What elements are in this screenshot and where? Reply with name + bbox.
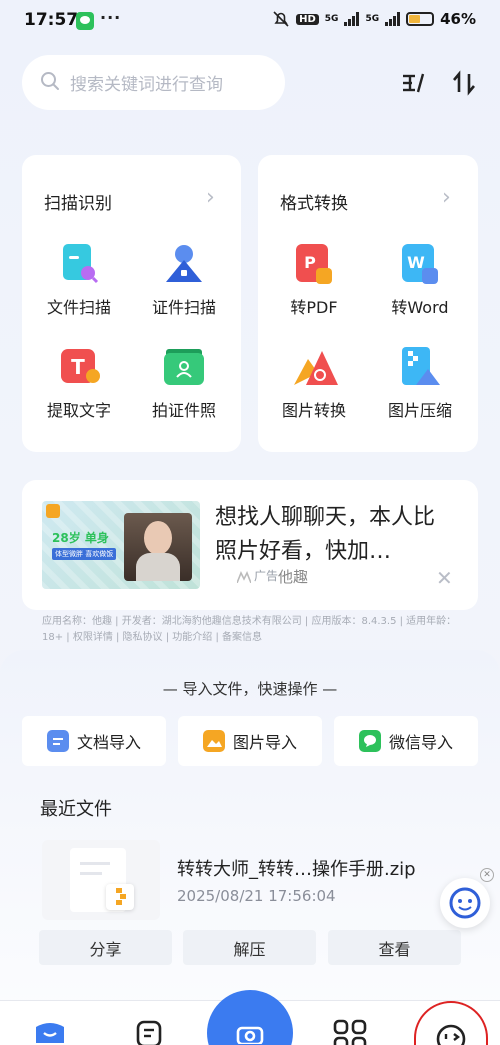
bell-off-icon: [272, 10, 290, 28]
signal-icon-2: [385, 12, 401, 26]
image-icon: [202, 730, 225, 752]
wechat-icon: [76, 12, 94, 30]
close-float-icon[interactable]: ✕: [480, 868, 494, 882]
ad-banner[interactable]: 28岁 单身 体型微胖 喜欢做饭 想找人聊聊天，本人比照片好看，快加… 广告 他…: [22, 480, 478, 610]
more-notifications-icon: ···: [100, 8, 122, 27]
chevron-right-icon[interactable]: ›: [206, 185, 215, 210]
sort-icon[interactable]: [399, 69, 427, 97]
tool-label: 图片压缩: [387, 401, 452, 420]
tool-label: 转Word: [391, 298, 449, 317]
recent-files-title: 最近文件: [40, 799, 112, 820]
unzip-button[interactable]: 解压: [183, 930, 316, 965]
file-scan-icon: [57, 242, 101, 286]
camera-icon: [236, 1024, 264, 1045]
tool-image-compress[interactable]: 图片压缩: [370, 345, 470, 421]
wechat-icon: [358, 730, 381, 752]
tool-image-convert[interactable]: 图片转换: [264, 345, 364, 421]
ad-logo-icon: [236, 568, 252, 584]
id-photo-icon: [162, 345, 206, 389]
pdf-icon: P: [292, 242, 336, 286]
document-icon: [46, 730, 69, 752]
tool-label: 文件扫描: [46, 298, 111, 317]
file-thumbnail[interactable]: [42, 840, 160, 920]
ad-portrait: [124, 513, 192, 581]
ad-tags-text: 体型微胖 喜欢做饭: [52, 548, 117, 560]
image-convert-icon: [292, 345, 338, 389]
tool-label: 证件扫描: [151, 298, 216, 317]
tool-label: 拍证件照: [151, 401, 216, 420]
import-label: 图片导入: [232, 733, 297, 752]
search-bar[interactable]: 搜索关键词进行查询: [22, 55, 285, 110]
scan-card: 扫描识别 › 文件扫描 证件扫描 T 提取文字 拍证件照: [22, 155, 241, 452]
nav-doc-icon[interactable]: [135, 1019, 163, 1045]
share-button[interactable]: 分享: [39, 930, 172, 965]
import-document-button[interactable]: 文档导入: [22, 716, 166, 766]
svg-text:W: W: [407, 253, 425, 272]
ad-app-info: 应用名称：他趣 | 开发者：湖北海豹他趣信息技术有限公司 | 应用版本：8.4.…: [42, 616, 457, 643]
nav-home-icon[interactable]: [34, 1019, 66, 1043]
svg-text:P: P: [304, 253, 316, 272]
assistant-icon: [449, 887, 481, 919]
tool-to-pdf[interactable]: P 转PDF: [264, 242, 364, 318]
view-button[interactable]: 查看: [328, 930, 461, 965]
tool-label: 转PDF: [290, 298, 338, 317]
nav-profile-icon[interactable]: [414, 1001, 488, 1045]
import-image-button[interactable]: 图片导入: [178, 716, 322, 766]
chevron-right-icon[interactable]: ›: [442, 185, 451, 210]
ad-image[interactable]: 28岁 单身 体型微胖 喜欢做饭: [42, 501, 200, 589]
system-indicators: HD 5G 5G 46%: [272, 10, 476, 28]
tool-id-scan[interactable]: 证件扫描: [134, 242, 234, 318]
battery-fill: [409, 15, 421, 23]
tool-label: 图片转换: [281, 401, 346, 420]
hd-badge: HD: [296, 13, 319, 25]
file-date: 2025/08/21 17:56:04: [177, 887, 336, 905]
text-extract-icon: T: [57, 345, 101, 389]
id-scan-icon: [162, 242, 206, 286]
status-bar: 17:57 ··· HD 5G 5G 46%: [0, 0, 500, 44]
ad-source: 他趣: [278, 568, 309, 586]
convert-card: 格式转换 › P 转PDF W 转Word 图片转换 图片压缩: [258, 155, 478, 452]
convert-card-title: 格式转换: [280, 194, 348, 214]
network-5g-label: 5G: [324, 14, 339, 24]
file-page-icon: [70, 848, 134, 912]
tool-to-word[interactable]: W 转Word: [370, 242, 470, 318]
battery-percent: 46%: [440, 10, 476, 28]
tool-id-photo[interactable]: 拍证件照: [134, 345, 234, 421]
swap-icon[interactable]: [450, 69, 478, 97]
word-icon: W: [398, 242, 442, 286]
network-5g-label-2: 5G: [365, 14, 380, 24]
tool-text-extract[interactable]: T 提取文字: [29, 345, 129, 421]
ad-badge: 广告: [254, 569, 279, 583]
signal-icon: [344, 12, 360, 26]
scan-card-title: 扫描识别: [44, 194, 112, 214]
import-label: 文档导入: [76, 733, 141, 752]
search-icon: [40, 71, 60, 95]
file-name[interactable]: 转转大师_转转…操作手册.zip: [177, 855, 416, 881]
assistant-float-button[interactable]: [440, 878, 490, 928]
ad-age-text: 28岁 单身: [52, 531, 109, 545]
import-header: — 导入文件，快速操作 —: [162, 680, 338, 698]
image-compress-icon: [398, 345, 442, 389]
ad-title[interactable]: 想找人聊聊天，本人比照片好看，快加…: [215, 501, 455, 569]
battery-icon: [406, 12, 435, 26]
tool-file-scan[interactable]: 文件扫描: [29, 242, 129, 318]
svg-text:T: T: [71, 355, 85, 379]
close-icon[interactable]: ✕: [436, 566, 453, 590]
nav-apps-icon[interactable]: [333, 1019, 367, 1045]
clock: 17:57: [24, 10, 79, 30]
import-wechat-button[interactable]: 微信导入: [334, 716, 478, 766]
search-placeholder: 搜索关键词进行查询: [70, 75, 223, 95]
tool-label: 提取文字: [46, 401, 111, 420]
ad-app-icon: [46, 504, 60, 518]
import-label: 微信导入: [388, 733, 453, 752]
